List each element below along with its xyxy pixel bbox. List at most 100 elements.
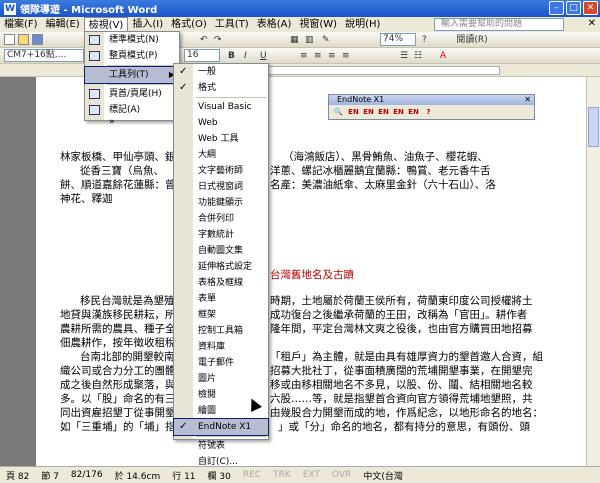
toolbar-option[interactable]: ✓ 一般 (174, 64, 268, 80)
toolbar-option-label: EndNote X1 (198, 422, 252, 432)
menu-file[interactable]: 檔案(F) (0, 17, 42, 32)
toolbar-option[interactable]: Visual Basic (174, 99, 268, 115)
toolbar-option[interactable]: Web (174, 115, 268, 131)
status-trk[interactable]: TRK (267, 470, 297, 480)
save-icon[interactable] (32, 34, 43, 45)
doc-line: 佃農耕作，按年徵收租稅 (60, 337, 176, 349)
ask-question-input[interactable]: 輸入需要幫助的問題 (434, 18, 564, 31)
endnote-find-citation-icon[interactable]: 🔍 (332, 106, 345, 118)
view-menu-toolbars[interactable]: 工具列(T) ▶ (84, 66, 180, 84)
align-center-icon[interactable]: ≡ (314, 50, 322, 62)
numbering-icon[interactable]: ☰ (400, 50, 408, 62)
toolbar-option[interactable]: 功能鍵顯示 (174, 195, 268, 211)
doc-line: 隆年間，平定台灣林文爽之役後，也由官方購買田地招募 (270, 323, 533, 335)
read-button[interactable]: 閱讀(R) (452, 34, 492, 46)
font-color-icon[interactable]: A (440, 50, 446, 62)
toolbar-option-label: 檢閱 (198, 390, 217, 400)
scroll-thumb[interactable] (588, 107, 599, 147)
align-left-icon[interactable]: ≡ (300, 50, 308, 62)
toolbar-option[interactable]: ✓ EndNote X1 (173, 418, 269, 436)
toolbar-option[interactable]: 日式視窗詞 (174, 179, 268, 195)
toolbar-option[interactable]: 大綱 (174, 147, 268, 163)
toolbar-option[interactable]: 表格及框線 (174, 275, 268, 291)
minimize-button[interactable]: – (549, 1, 564, 15)
toolbar-option[interactable]: 控制工具箱 (174, 323, 268, 339)
view-menu-print-layout[interactable]: 整頁模式(P) (85, 48, 179, 64)
endnote-format-bibliography-button[interactable]: EN (377, 106, 390, 118)
menu-help[interactable]: 說明(H) (341, 17, 384, 32)
doc-line: （海鴻飯店）、黑骨鮪魚、油魚子、櫻花蝦、 (283, 151, 488, 163)
endnote-close-icon[interactable]: ✕ (524, 95, 531, 105)
doc-close-icon[interactable]: ✕ (588, 18, 596, 29)
drawing-icon[interactable]: ✎ (322, 34, 330, 46)
endnote-insert-citation-button[interactable]: EN (347, 106, 360, 118)
font-size-select[interactable]: 16 (184, 49, 220, 62)
toolbar-option[interactable]: 資料庫 (174, 339, 268, 355)
toolbar-option[interactable]: 文字藝術師 (174, 163, 268, 179)
doc-line: 時期，土地屬於荷蘭王侯所有，荷蘭東印度公司授權將土 (270, 295, 533, 307)
endnote-help-icon[interactable]: ? (422, 106, 435, 118)
help-icon[interactable]: ? (422, 34, 427, 46)
zoom-select[interactable]: 74% (380, 33, 416, 46)
doc-line: 移或由移相關地名不多見，以股、份、鬮、結相關地名較 (270, 379, 533, 391)
vertical-scrollbar[interactable] (586, 77, 600, 466)
menu-bar: 檔案(F) 編輯(E) 檢視(V) 插入(I) 格式(O) 工具(T) 表格(A… (0, 17, 600, 32)
status-language: 中文(台灣 (363, 471, 403, 482)
toolbar-option-label: 格式 (198, 83, 217, 93)
menu-view[interactable]: 檢視(V) (83, 17, 129, 32)
view-menu-expand[interactable]: » (85, 118, 179, 128)
toolbar-option-label: 日式視窗詞 (198, 182, 244, 192)
underline-icon[interactable]: U (260, 50, 267, 62)
toolbar-option[interactable]: 表單 (174, 291, 268, 307)
menu-window[interactable]: 視窗(W) (295, 17, 341, 32)
view-menu-normal[interactable]: 標準模式(N) (85, 32, 179, 48)
toolbar-option-label: Web 工具 (198, 134, 239, 144)
toolbar-option[interactable]: ✓ 格式 (174, 80, 268, 96)
toolbar-option-label: 控制工具箱 (198, 326, 244, 336)
italic-icon[interactable]: I (244, 50, 247, 62)
align-right-icon[interactable]: ≡ (328, 50, 336, 62)
view-menu-markup[interactable]: 標記(A) (85, 102, 179, 118)
toolbar-option[interactable]: 框架 (174, 307, 268, 323)
menu-edit[interactable]: 編輯(E) (42, 17, 84, 32)
bold-icon[interactable]: B (228, 50, 235, 62)
status-ext[interactable]: EXT (297, 470, 326, 480)
view-menu-header-footer[interactable]: 頁首/頁尾(H) (85, 86, 179, 102)
doc-line: 移民台灣就是為墾殖 (80, 295, 175, 307)
new-doc-icon[interactable] (4, 34, 15, 45)
endnote-toolbar-title[interactable]: EndNote X1 ✕ (329, 95, 534, 105)
toolbar-option[interactable]: 字數統計 (174, 227, 268, 243)
justify-icon[interactable]: ≡ (342, 50, 350, 62)
normal-view-icon (89, 35, 100, 45)
columns-icon[interactable]: ▥ (305, 34, 314, 46)
font-name-select[interactable]: CM7+16點,... (4, 49, 84, 62)
menu-table[interactable]: 表格(A) (253, 17, 296, 32)
status-ovr[interactable]: OVR (326, 470, 357, 480)
toolbar-option[interactable]: 自動圖文集 (174, 243, 268, 259)
table-icon[interactable]: ▦ (290, 34, 299, 46)
open-icon[interactable] (18, 34, 29, 45)
menu-format[interactable]: 格式(O) (167, 17, 211, 32)
toolbar-option-label: 功能鍵顯示 (198, 198, 244, 208)
toolbar-option[interactable]: 符號表 (174, 438, 268, 454)
status-position: 於 14.6cm (114, 471, 161, 482)
toolbar-option[interactable]: 延伸格式設定 (174, 259, 268, 275)
endnote-edit-citation-button[interactable]: EN (362, 106, 375, 118)
bullets-icon[interactable]: ☷ (414, 50, 422, 62)
doc-line: 名產：美濃油紙傘、太麻里金針（六十石山）、洛 (270, 179, 496, 191)
menu-insert[interactable]: 插入(I) (128, 17, 167, 32)
menu-tools[interactable]: 工具(T) (211, 17, 253, 32)
toolbar-option[interactable]: 電子郵件 (174, 355, 268, 371)
status-rec[interactable]: REC (237, 470, 267, 480)
toolbar-option-label: 合併列印 (198, 214, 235, 224)
endnote-preferences-button[interactable]: EN (407, 106, 420, 118)
undo-icon[interactable]: ↶ (200, 34, 208, 46)
toolbar-option-label: 框架 (198, 310, 217, 320)
toolbar-option[interactable]: 圖片 (174, 371, 268, 387)
redo-icon[interactable]: ↷ (214, 34, 222, 46)
endnote-insert-note-button[interactable]: EN (392, 106, 405, 118)
maximize-button[interactable]: □ (566, 1, 581, 15)
close-button[interactable]: ✕ (583, 1, 598, 15)
toolbar-option[interactable]: Web 工具 (174, 131, 268, 147)
toolbar-option[interactable]: 合併列印 (174, 211, 268, 227)
